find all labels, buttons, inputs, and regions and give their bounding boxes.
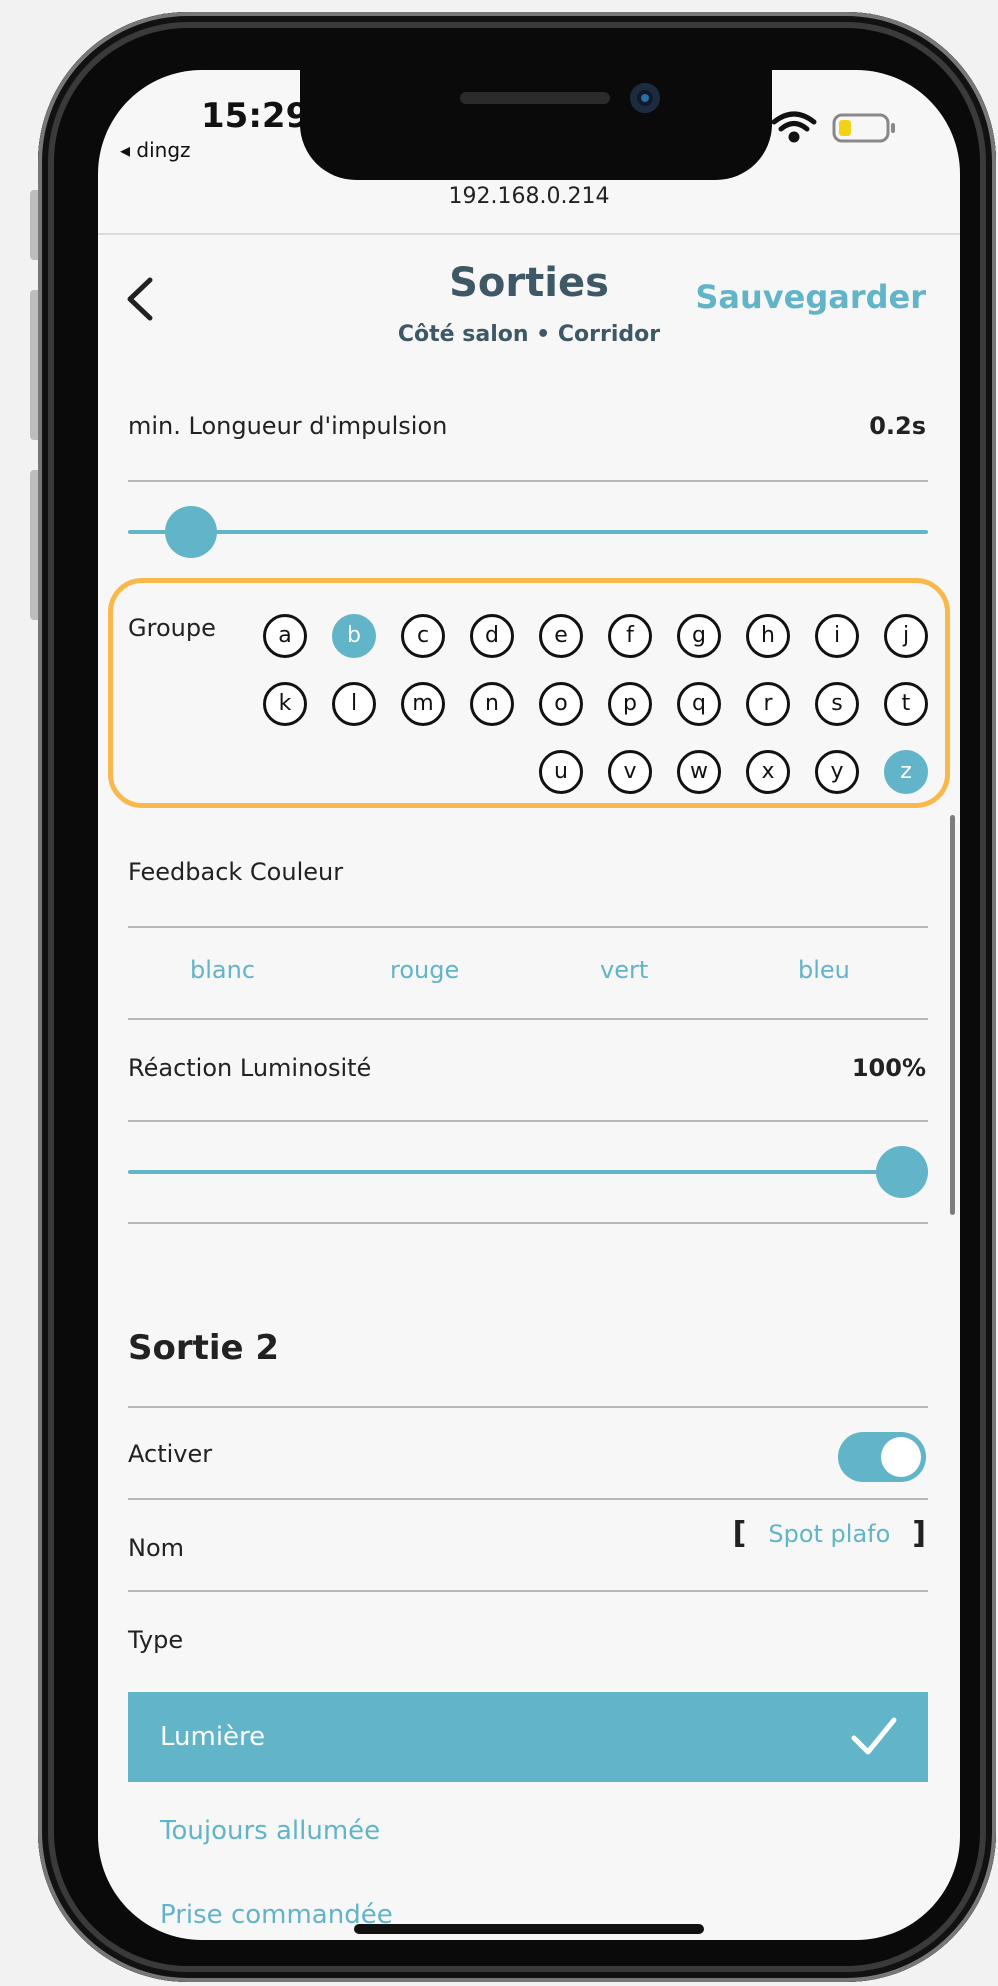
group-letter-s[interactable]: s	[815, 682, 859, 726]
impulse-slider-handle[interactable]	[165, 506, 218, 558]
type-option-lumiere[interactable]: Lumière	[128, 1692, 928, 1782]
toggle-knob	[881, 1437, 921, 1477]
type-option-label: Lumière	[160, 1722, 266, 1752]
group-letter-f[interactable]: f	[608, 614, 652, 658]
name-field[interactable]: [ Spot plafo]	[733, 1516, 926, 1551]
group-letter-j[interactable]: j	[884, 614, 928, 658]
wifi-icon	[771, 111, 817, 143]
luminosity-slider-track[interactable]	[128, 1170, 928, 1174]
group-letter-a[interactable]: a	[263, 614, 307, 658]
bracket-open: [	[732, 1516, 747, 1551]
group-letter-n[interactable]: n	[470, 682, 514, 726]
save-button[interactable]: Sauvegarder	[695, 278, 926, 316]
group-letter-i[interactable]: i	[815, 614, 859, 658]
feedback-option-vert[interactable]: vert	[600, 956, 648, 984]
activate-toggle[interactable]	[838, 1432, 926, 1482]
battery-icon	[832, 113, 895, 143]
group-letter-v[interactable]: v	[608, 750, 652, 794]
divider	[128, 480, 928, 482]
camera-icon	[630, 83, 660, 113]
name-value: Spot plafo	[768, 1519, 891, 1548]
group-letter-d[interactable]: d	[470, 614, 514, 658]
group-label: Groupe	[128, 614, 216, 642]
group-letter-l[interactable]: l	[332, 682, 376, 726]
group-letter-c[interactable]: c	[401, 614, 445, 658]
group-letter-q[interactable]: q	[677, 682, 721, 726]
luminosity-value: 100%	[851, 1054, 926, 1082]
checkmark-icon	[851, 1717, 897, 1755]
divider	[128, 1120, 928, 1122]
type-option-toujours-allumee[interactable]: Toujours allumée	[160, 1816, 380, 1846]
section-title-sortie-2: Sortie 2	[128, 1328, 280, 1368]
group-letter-g[interactable]: g	[677, 614, 721, 658]
group-letter-u[interactable]: u	[539, 750, 583, 794]
feedback-option-blanc[interactable]: blanc	[190, 956, 255, 984]
group-letter-p[interactable]: p	[608, 682, 652, 726]
feedback-option-bleu[interactable]: bleu	[798, 956, 850, 984]
browser-url[interactable]: 192.168.0.214	[98, 184, 960, 209]
group-letter-k[interactable]: k	[263, 682, 307, 726]
status-time: 15:29	[201, 96, 310, 136]
activate-label: Activer	[128, 1440, 213, 1468]
scrollbar[interactable]	[950, 815, 955, 1215]
divider	[128, 1590, 928, 1592]
group-letter-y[interactable]: y	[815, 750, 859, 794]
impulse-slider-track[interactable]	[128, 530, 928, 534]
group-letter-r[interactable]: r	[746, 682, 790, 726]
impulse-label: min. Longueur d'impulsion	[128, 412, 448, 440]
luminosity-label: Réaction Luminosité	[128, 1054, 372, 1082]
group-letter-z[interactable]: z	[884, 750, 928, 794]
bracket-close: ]	[912, 1516, 926, 1551]
name-label: Nom	[128, 1534, 185, 1562]
back-to-app-link[interactable]: ◂ dingz	[120, 138, 191, 162]
feedback-label: Feedback Couleur	[128, 858, 344, 886]
group-letter-t[interactable]: t	[884, 682, 928, 726]
impulse-value: 0.2s	[869, 412, 926, 440]
luminosity-slider-handle[interactable]	[876, 1146, 928, 1198]
group-letter-x[interactable]: x	[746, 750, 790, 794]
home-indicator	[354, 1924, 704, 1934]
group-letter-h[interactable]: h	[746, 614, 790, 658]
urlbar-divider	[98, 233, 960, 235]
group-letter-o[interactable]: o	[539, 682, 583, 726]
phone-screen: 15:29 ◂ dingz 192.168.0.214 Sorties Côté…	[98, 70, 960, 1940]
page-subtitle: Côté salon • Corridor	[397, 322, 661, 347]
feedback-option-rouge[interactable]: rouge	[390, 956, 459, 984]
type-label: Type	[128, 1626, 184, 1654]
divider	[128, 926, 928, 928]
group-letter-b[interactable]: b	[332, 614, 376, 658]
divider	[128, 1018, 928, 1020]
notch	[300, 70, 772, 180]
divider	[128, 1406, 928, 1408]
divider	[128, 1222, 928, 1224]
speaker-grille	[460, 92, 610, 104]
group-letter-m[interactable]: m	[401, 682, 445, 726]
group-letter-w[interactable]: w	[677, 750, 721, 794]
divider	[128, 1498, 928, 1500]
group-letter-e[interactable]: e	[539, 614, 583, 658]
